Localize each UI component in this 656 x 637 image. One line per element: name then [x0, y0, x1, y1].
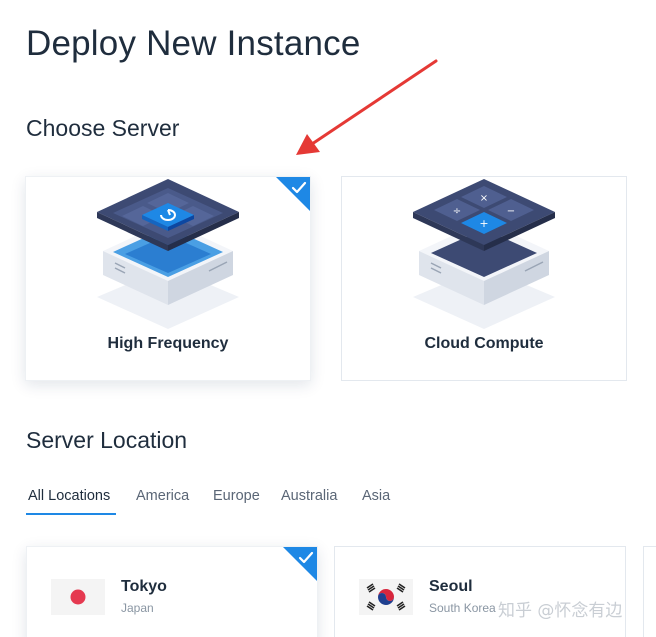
choose-server-title: Choose Server [26, 115, 180, 141]
japan-flag-icon [51, 579, 105, 615]
svg-text:×: × [480, 193, 488, 204]
tab-all-locations[interactable]: All Locations [28, 488, 110, 504]
location-city: Tokyo [121, 578, 167, 595]
cloud-compute-server-icon: × ÷ − + [413, 179, 555, 329]
location-option-partial[interactable] [643, 546, 656, 637]
selected-check-icon [283, 547, 317, 581]
svg-text:+: + [479, 217, 488, 230]
tab-australia[interactable]: Australia [281, 488, 337, 504]
location-option-tokyo[interactable]: Tokyo Japan [26, 546, 318, 637]
location-country: Japan [121, 601, 154, 615]
location-country: South Korea [429, 601, 496, 615]
tab-europe[interactable]: Europe [213, 488, 260, 504]
server-location-title: Server Location [26, 427, 188, 453]
annotation-arrow-icon [296, 59, 438, 155]
location-option-seoul[interactable]: Seoul South Korea [334, 546, 626, 637]
tab-asia[interactable]: Asia [362, 488, 390, 504]
server-option-label: Cloud Compute [424, 335, 544, 352]
high-frequency-server-icon [97, 179, 239, 329]
svg-text:−: − [507, 206, 515, 217]
server-option-cloud-compute[interactable]: × ÷ − + Cloud Compute [341, 176, 627, 381]
server-option-label: High Frequency [107, 335, 229, 352]
server-option-high-frequency[interactable]: High Frequency [25, 176, 311, 381]
svg-text:÷: ÷ [453, 206, 461, 217]
south-korea-flag-icon [359, 579, 413, 615]
tab-america[interactable]: America [136, 488, 189, 504]
location-city: Seoul [429, 578, 473, 595]
active-tab-indicator [26, 513, 116, 515]
selected-check-icon [276, 177, 310, 211]
watermark: 知乎 @怀念有边 [498, 601, 623, 621]
